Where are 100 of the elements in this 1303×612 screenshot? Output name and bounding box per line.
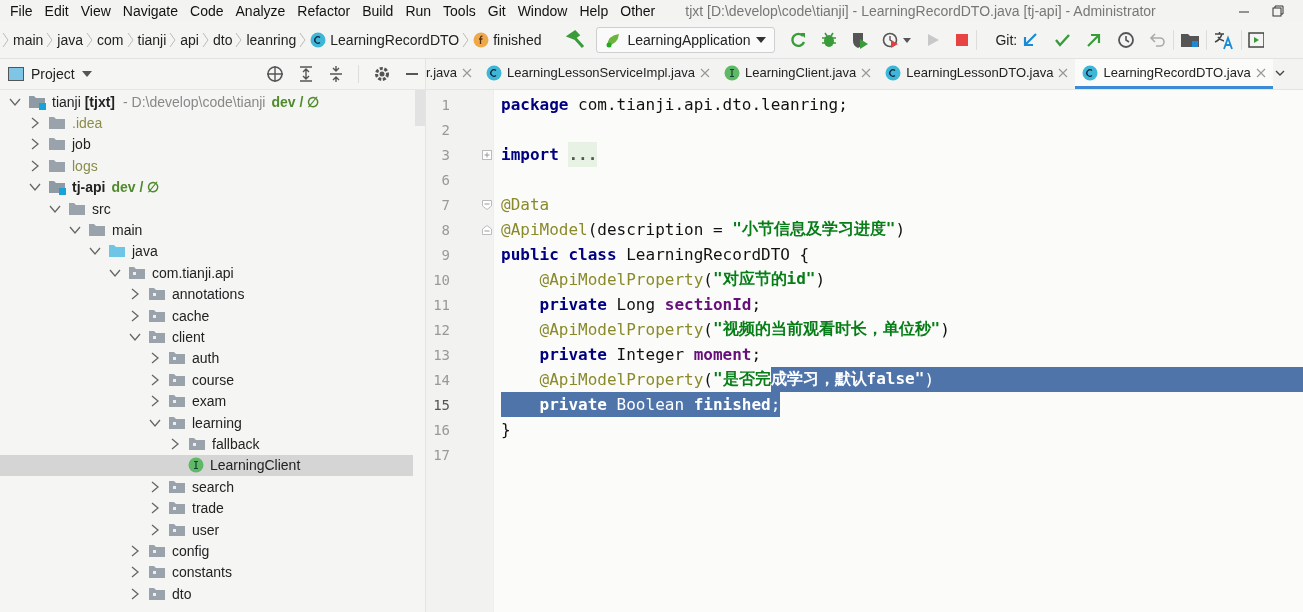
code-line: private Integer moment; (538, 344, 762, 366)
interface-icon (723, 64, 740, 81)
tree-item[interactable]: job (0, 133, 413, 156)
code-line: import ... (501, 142, 598, 167)
restore-icon[interactable] (1271, 4, 1285, 18)
breadcrumb-item[interactable]: finished (470, 32, 545, 48)
menu-item[interactable]: View (80, 3, 118, 19)
profiler-icon[interactable] (882, 31, 913, 49)
breadcrumb-item[interactable]: leanring (243, 32, 300, 48)
breadcrumb-item[interactable]: tianji (134, 32, 170, 48)
arrow-down-left-icon[interactable] (1021, 31, 1040, 49)
menu-item[interactable]: File (10, 3, 40, 19)
class-icon (486, 64, 503, 81)
fold-marker-icon[interactable] (481, 223, 493, 236)
close-icon[interactable] (462, 67, 473, 78)
close-icon[interactable] (1058, 67, 1069, 78)
menu-item[interactable]: Build (362, 3, 401, 19)
line-number: 6 (440, 171, 450, 188)
collapse-all-icon[interactable] (328, 65, 344, 83)
hammer-icon[interactable] (566, 30, 587, 50)
tree-item[interactable]: LearningClient (0, 454, 413, 477)
tree-item-label: annotations (172, 286, 245, 303)
module-folder-icon (48, 178, 66, 197)
menu-item[interactable]: Help (579, 3, 616, 19)
clock-icon[interactable] (1117, 31, 1136, 49)
tree-item[interactable]: auth (0, 347, 413, 370)
breadcrumb-item[interactable]: LearningRecordDTO (307, 32, 463, 48)
line-number: 17 (432, 446, 450, 463)
tree-item[interactable]: main (0, 219, 413, 241)
tree-item-label: main (112, 222, 143, 239)
run-configuration-dropdown[interactable]: LearningApplication (596, 27, 776, 53)
tree-item[interactable]: learning (0, 411, 413, 434)
tree-item[interactable]: dto (0, 583, 413, 605)
locate-icon[interactable] (266, 65, 284, 83)
field-icon (473, 32, 490, 48)
line-number: 11 (432, 296, 450, 313)
tree-item-label: constants (172, 564, 232, 581)
breadcrumb-item[interactable]: com (94, 32, 127, 48)
tree-item[interactable]: search (0, 476, 413, 498)
menu-item[interactable]: Tools (443, 3, 483, 19)
editor-tab[interactable]: LearningRecordDTO.java (1075, 59, 1273, 89)
tree-item[interactable]: exam (0, 390, 413, 412)
editor-tab[interactable]: r.java (426, 59, 480, 89)
menu-item[interactable]: Window (517, 3, 575, 19)
tree-item-label: src (92, 200, 111, 217)
tree-item[interactable]: cache (0, 304, 413, 327)
rerun-icon[interactable] (789, 31, 808, 49)
menu-item[interactable]: Analyze (235, 3, 293, 19)
bug-icon[interactable] (820, 31, 839, 49)
project-view-dropdown[interactable]: Project (8, 66, 92, 82)
tree-item[interactable]: fallback (0, 433, 413, 455)
tree-item[interactable]: com.tianji.api (0, 262, 413, 284)
menu-item[interactable]: Edit (44, 3, 76, 19)
tree-item[interactable]: config (0, 540, 413, 562)
menu-item[interactable]: Navigate (122, 3, 186, 19)
path-hint: - D:\develop\code\tianji (123, 93, 266, 110)
tree-item[interactable]: annotations (0, 283, 413, 305)
breadcrumb-item[interactable]: api (177, 32, 202, 48)
class-icon (885, 64, 902, 81)
folder-icon[interactable] (1180, 31, 1201, 49)
line-number: 3 (440, 146, 450, 163)
line-number: 14 (432, 371, 450, 388)
caret-icon (81, 70, 92, 78)
editor-tab[interactable]: LearningLessonServiceImpl.java (479, 59, 717, 89)
line-number: 13 (432, 346, 450, 363)
tree-item[interactable]: course (0, 369, 413, 391)
menu-item[interactable]: Run (405, 3, 439, 19)
tree-item-label: LearningClient (210, 457, 301, 474)
tree-item[interactable]: trade (0, 497, 413, 519)
menu-item[interactable]: Code (190, 3, 231, 19)
tree-item[interactable]: client (0, 326, 413, 348)
close-icon[interactable] (699, 67, 710, 78)
fold-marker-icon[interactable] (481, 148, 493, 161)
fold-marker-icon[interactable] (481, 198, 493, 211)
tree-item[interactable]: src (0, 197, 413, 220)
tree-item[interactable]: tianji [tjxt] - D:\develop\code\tianji dev / ∅ (0, 91, 413, 113)
menu-item[interactable]: Other (620, 3, 663, 19)
tree-item[interactable]: constants (0, 561, 413, 583)
menu-item[interactable]: Refactor (297, 3, 358, 19)
window-icon[interactable] (1248, 31, 1265, 49)
editor-tab[interactable]: LearningLessonDTO.java (878, 59, 1076, 89)
breadcrumb-item[interactable]: java (54, 32, 87, 48)
tree-item-label: .idea (72, 115, 103, 132)
close-icon[interactable] (1255, 67, 1266, 78)
menu-item[interactable]: Git (487, 3, 513, 19)
tree-item[interactable]: tj-api dev / ∅ (0, 176, 413, 198)
line-number: 15 (432, 396, 450, 413)
stop-icon[interactable] (954, 32, 971, 48)
breadcrumb-item[interactable]: main (10, 32, 47, 48)
tree-item[interactable]: user (0, 518, 413, 541)
settings-icon[interactable] (373, 65, 391, 83)
shield-icon[interactable] (851, 31, 870, 49)
tree-item[interactable]: java (0, 240, 413, 263)
tree-item-label: trade (192, 500, 224, 517)
translate-icon[interactable] (1213, 30, 1236, 50)
tree-item-label: com.tianji.api (152, 264, 234, 281)
close-icon[interactable] (861, 67, 872, 78)
expand-all-icon[interactable] (298, 65, 314, 83)
breadcrumb-item[interactable]: dto (210, 32, 236, 48)
editor-tab[interactable]: LearningClient.java (716, 59, 879, 89)
